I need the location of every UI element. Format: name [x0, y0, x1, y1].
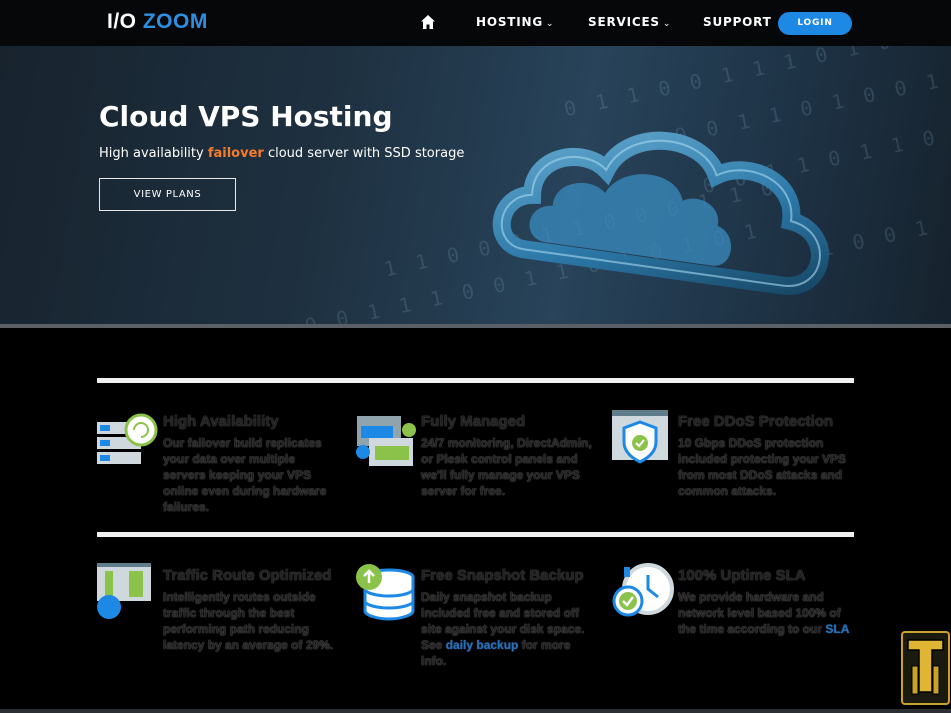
server-cycle-icon	[97, 413, 158, 464]
top-nav: I/O ZOOM HOSTING ⌄ SERVICES ⌄ SUPPORT LOGI…	[0, 0, 951, 46]
feature-text: Daily snapshot backup included free and …	[421, 589, 599, 669]
logo-io: I/O	[107, 10, 137, 33]
feature-text: Our failover build replicates your data …	[163, 436, 327, 514]
hero-subtitle-pre: High availability	[99, 146, 208, 161]
sla-link[interactable]: SLA	[825, 622, 849, 636]
shield-check-icon	[612, 410, 668, 464]
database-snapshot-icon	[356, 564, 415, 621]
nav-hosting-label: HOSTING	[476, 15, 544, 29]
feature-title: High Availability	[163, 413, 279, 430]
site-logo[interactable]: I/O ZOOM	[107, 10, 208, 34]
hero-subtitle-highlight: failover	[207, 146, 264, 161]
hero-title: Cloud VPS Hosting	[99, 100, 393, 133]
nav-services-label: SERVICES	[588, 15, 660, 29]
clock-check-icon	[612, 563, 674, 617]
nav-support-label: SUPPORT	[703, 15, 772, 29]
section-divider	[97, 532, 854, 537]
feature-text-pre: We provide hardware and network level ba…	[678, 590, 841, 636]
chevron-down-icon: ⌄	[662, 19, 672, 29]
chevron-down-icon: ⌄	[546, 19, 555, 29]
home-icon[interactable]	[420, 14, 436, 30]
daily-backup-link[interactable]: daily backup	[446, 638, 519, 652]
view-plans-button[interactable]: VIEW PLANS	[99, 178, 236, 211]
feature-text: 10 Gbps DDoS protection included protect…	[678, 436, 847, 498]
hero-subtitle-post: cloud server with SSD storage	[263, 146, 465, 161]
logo-zoom: ZOOM	[142, 10, 208, 33]
feature-title: Fully Managed	[421, 413, 526, 430]
hero-subtitle: High availability failover cloud server …	[99, 146, 464, 161]
feature-title: Free Snapshot Backup	[421, 567, 584, 584]
bottom-border	[0, 709, 951, 713]
section-divider	[97, 378, 854, 383]
feature-text: We provide hardware and network level ba…	[678, 589, 853, 637]
feature-title: Traffic Route Optimized	[163, 567, 332, 584]
hero-bottom-strip	[0, 324, 951, 328]
hero-banner: 0 1 1 0 0 1 1 1 0 1 0 0 1 1 0 0 1 1 0 1 …	[0, 46, 951, 324]
network-route-icon	[97, 563, 151, 619]
feature-title: 100% Uptime SLA	[678, 567, 806, 584]
cloud-illustration	[492, 131, 829, 295]
nav-services[interactable]: SERVICES ⌄	[588, 15, 671, 29]
nav-support[interactable]: SUPPORT	[703, 15, 772, 29]
feature-title: Free DDoS Protection	[678, 413, 834, 430]
feature-text: 24/7 monitoring, DirectAdmin, or Plesk c…	[421, 436, 592, 498]
login-button[interactable]: LOGIN	[778, 12, 852, 35]
feature-text: Intelligently routes outside traffic thr…	[163, 590, 334, 652]
watermark-logo	[901, 631, 950, 705]
managed-windows-icon	[356, 416, 416, 466]
nav-hosting[interactable]: HOSTING ⌄	[476, 15, 554, 29]
